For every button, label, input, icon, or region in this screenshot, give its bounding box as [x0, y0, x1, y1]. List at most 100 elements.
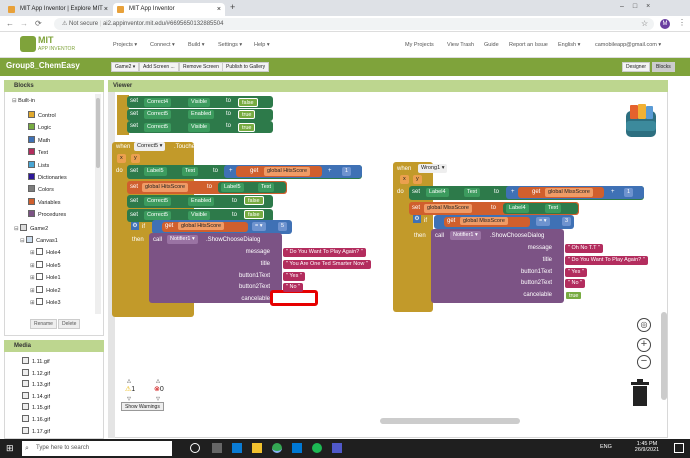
- text-string-block[interactable]: " No ": [565, 279, 585, 289]
- event-component-select[interactable]: Wrong1 ▾: [418, 164, 448, 173]
- builtin-item-control[interactable]: Control: [28, 111, 56, 119]
- link-my-projects[interactable]: My Projects: [405, 42, 434, 48]
- media-file[interactable]: 1.17.gif: [22, 426, 50, 435]
- menu-settings[interactable]: Settings ▾: [218, 42, 242, 48]
- property-select[interactable]: Visible: [188, 97, 211, 107]
- menu-connect[interactable]: Connect ▾: [150, 42, 175, 48]
- canvas-child-hole3[interactable]: ⊞ Hole3: [30, 298, 61, 306]
- file-explorer-icon[interactable]: [252, 443, 262, 453]
- canvas-tree-node[interactable]: ⊟ Canvas1: [20, 236, 58, 244]
- store-icon[interactable]: [292, 443, 302, 453]
- false-value[interactable]: false: [244, 196, 264, 205]
- mutator-gear-icon[interactable]: ⚙: [413, 215, 421, 223]
- window-controls[interactable]: ‒□×: [620, 3, 659, 10]
- publish-gallery-button[interactable]: Publish to Gallery: [222, 62, 270, 72]
- link-guide[interactable]: Guide: [484, 42, 499, 48]
- text-getter-select[interactable]: Text: [258, 183, 275, 192]
- errors-up-icon[interactable]: ▵: [156, 376, 160, 385]
- text-string-block[interactable]: " You Are One Ted Smarter Now ": [283, 259, 371, 269]
- menu-kebab-icon[interactable]: ⋮: [678, 18, 686, 27]
- profile-avatar[interactable]: M: [660, 19, 670, 29]
- canvas-child-hole1[interactable]: ⊞ Hole1: [30, 273, 61, 281]
- text-prop-select[interactable]: Text: [182, 167, 199, 176]
- builtin-tree-node[interactable]: ⊟ Built-in: [12, 98, 35, 104]
- text-string-block[interactable]: " Yes ": [283, 271, 305, 281]
- backpack-icon[interactable]: [620, 103, 662, 139]
- blocks-scrollbar[interactable]: [95, 94, 101, 314]
- builtin-item-text[interactable]: Text: [28, 148, 48, 156]
- builtin-item-math[interactable]: Math: [28, 135, 50, 144]
- back-icon[interactable]: ←: [6, 19, 14, 28]
- remove-screen-button[interactable]: Remove Screen: [179, 62, 223, 72]
- add-screen-button[interactable]: Add Screen ...: [139, 62, 179, 72]
- property-select[interactable]: Visible: [188, 122, 211, 132]
- correct5-select[interactable]: Correct5: [144, 211, 172, 220]
- builtin-item-logic[interactable]: Logic: [28, 123, 51, 131]
- canvas-child-hole5[interactable]: ⊞ Hole5: [30, 260, 61, 269]
- builtin-item-variables[interactable]: Variables: [28, 197, 61, 206]
- windows-start-icon[interactable]: ⊞: [6, 443, 14, 454]
- visible-select[interactable]: Visible: [188, 211, 211, 220]
- browser-tab[interactable]: MIT App Inventor | Explore MIT ×: [4, 3, 112, 16]
- blocks-button[interactable]: Blocks: [652, 62, 675, 72]
- trash-icon[interactable]: [630, 379, 650, 409]
- text-string-block[interactable]: " No ": [283, 283, 303, 293]
- browser-tab-active[interactable]: MIT App Inventor ×: [113, 3, 225, 16]
- viewer-horizontal-scrollbar[interactable]: [380, 418, 520, 424]
- zoom-out-icon[interactable]: −: [637, 355, 651, 369]
- rename-button[interactable]: Rename: [30, 319, 57, 329]
- builtin-item-lists[interactable]: Lists: [28, 160, 49, 169]
- center-target-icon[interactable]: ◎: [637, 318, 651, 332]
- menu-projects[interactable]: Projects ▾: [113, 42, 137, 48]
- chrome-icon[interactable]: [272, 443, 282, 453]
- task-view-icon[interactable]: [212, 443, 222, 453]
- canvas-child-hole4[interactable]: ⊞ Hole4: [30, 248, 61, 256]
- param-y[interactable]: y: [413, 175, 422, 184]
- builtin-item-dictionaries[interactable]: Dictionaries: [28, 173, 67, 181]
- warnings-up-icon[interactable]: ▵: [127, 376, 131, 385]
- false-value[interactable]: false: [244, 210, 264, 219]
- component-select[interactable]: Correct5: [144, 122, 172, 132]
- designer-button[interactable]: Designer: [622, 62, 651, 72]
- if-then-block[interactable]: [409, 215, 431, 303]
- delete-button[interactable]: Delete: [58, 319, 81, 329]
- property-select[interactable]: Enabled: [188, 110, 215, 119]
- notifier-select[interactable]: Notifier1 ▾: [450, 231, 481, 240]
- menu-build[interactable]: Build ▾: [188, 42, 205, 48]
- media-file[interactable]: 1.16.gif: [22, 415, 50, 423]
- language-select[interactable]: English ▾: [558, 42, 580, 48]
- viewer-vertical-scrollbar[interactable]: [661, 312, 667, 400]
- link-report-issue[interactable]: Report an Issue: [509, 42, 548, 48]
- true-value[interactable]: true: [565, 291, 583, 301]
- spotify-icon[interactable]: [312, 443, 322, 453]
- notifications-icon[interactable]: [674, 443, 684, 453]
- media-file[interactable]: 1.14.gif: [22, 391, 50, 400]
- link-view-trash[interactable]: View Trash: [447, 42, 474, 48]
- close-tab-icon[interactable]: ×: [104, 3, 108, 16]
- if-then-block[interactable]: [127, 222, 149, 310]
- text-string-block[interactable]: " Yes ": [565, 267, 587, 277]
- notifier-select[interactable]: Notifier1 ▾: [167, 235, 198, 244]
- taskbar-search-input[interactable]: ⌕ Type here to search: [22, 441, 172, 456]
- show-warnings-button[interactable]: Show Warnings: [121, 402, 164, 411]
- text-string-block[interactable]: " Oh No T.T ": [565, 244, 603, 253]
- component-select[interactable]: Correct5: [144, 110, 172, 119]
- screen-select[interactable]: Game2 ▾: [111, 62, 140, 72]
- number-one[interactable]: 1: [342, 167, 352, 176]
- param-x[interactable]: x: [400, 175, 409, 184]
- enabled-select[interactable]: Enabled: [188, 197, 215, 206]
- screen-tree-node[interactable]: ⊟ Game2: [14, 224, 48, 232]
- edge-icon[interactable]: [232, 443, 242, 453]
- zoom-in-icon[interactable]: +: [637, 338, 651, 352]
- builtin-item-procedures[interactable]: Procedures: [28, 210, 66, 218]
- star-icon[interactable]: ☆: [641, 19, 648, 28]
- component-select[interactable]: Correct4: [144, 97, 172, 107]
- mutator-gear-icon[interactable]: ⚙: [131, 222, 139, 230]
- label5-select[interactable]: Label5: [144, 167, 167, 176]
- param-y[interactable]: y: [131, 154, 140, 163]
- menu-help[interactable]: Help ▾: [254, 42, 270, 48]
- boolean-value[interactable]: true: [238, 122, 256, 132]
- new-tab-button[interactable]: +: [230, 2, 235, 12]
- cortana-icon[interactable]: [190, 443, 200, 453]
- media-file[interactable]: 1.13.gif: [22, 380, 50, 388]
